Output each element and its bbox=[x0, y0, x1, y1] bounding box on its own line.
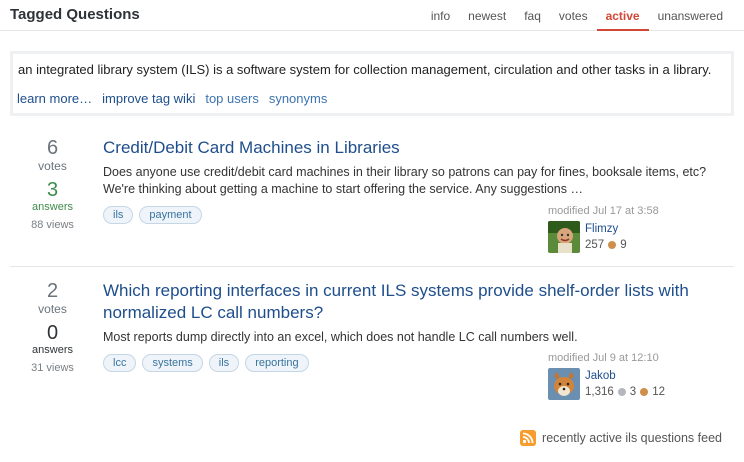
modified-label: modified bbox=[548, 352, 590, 364]
tab-newest[interactable]: newest bbox=[459, 0, 515, 31]
question-owner: modified Jul 17 at 3:58 Flimzy 257 9 bbox=[548, 205, 698, 253]
tag-lcc[interactable]: lcc bbox=[103, 354, 137, 372]
synonyms-link[interactable]: synonyms bbox=[269, 91, 328, 106]
view-count: 88 views bbox=[31, 219, 74, 231]
tag-systems[interactable]: systems bbox=[142, 354, 203, 372]
user-card: Flimzy 257 9 bbox=[548, 221, 698, 253]
bronze-badge-icon bbox=[608, 241, 617, 249]
question-stats: 2 votes 0 answers 31 views bbox=[10, 280, 95, 374]
user-stats: 257 9 bbox=[585, 237, 627, 253]
tag-wiki-links: learn more… improve tag wiki top users s… bbox=[17, 91, 327, 106]
tab-votes[interactable]: votes bbox=[550, 0, 597, 31]
view-count: 31 views bbox=[31, 362, 74, 374]
user-details: Flimzy 257 9 bbox=[585, 221, 627, 253]
tag-ils[interactable]: ils bbox=[208, 354, 240, 372]
silver-badge-icon bbox=[617, 388, 626, 396]
question-stats: 6 votes 3 answers 88 views bbox=[10, 137, 95, 231]
modified-label: modified bbox=[548, 205, 590, 217]
answer-count: 3 bbox=[46, 179, 59, 201]
tag-feed-link[interactable]: recently active ils questions feed bbox=[520, 430, 722, 446]
answer-label: answers bbox=[32, 201, 73, 213]
top-users-link[interactable]: top users bbox=[205, 91, 258, 106]
user-avatar-flimzy[interactable] bbox=[548, 221, 580, 253]
tab-info[interactable]: info bbox=[422, 0, 459, 31]
modified-time[interactable]: Jul 17 at 3:58 bbox=[593, 205, 659, 217]
question-title-link[interactable]: Which reporting interfaces in current IL… bbox=[103, 280, 723, 324]
user-details: Jakob 1,316 3 12 bbox=[585, 368, 665, 400]
question-excerpt: Most reports dump directly into an excel… bbox=[103, 330, 578, 344]
modified-info: modified Jul 17 at 3:58 bbox=[548, 205, 698, 217]
tab-active[interactable]: active bbox=[596, 0, 649, 31]
tab-unanswered[interactable]: unanswered bbox=[649, 0, 732, 31]
silver-badge-count: 3 bbox=[629, 386, 637, 398]
question-summary: 2 votes 0 answers 31 views Which reporti… bbox=[10, 268, 734, 412]
vote-count: 2 bbox=[46, 280, 59, 302]
user-reputation: 1,316 bbox=[585, 386, 614, 398]
user-name-link[interactable]: Flimzy bbox=[585, 221, 627, 237]
tag-reporting[interactable]: reporting bbox=[245, 354, 309, 372]
rss-icon bbox=[520, 430, 537, 446]
modified-info: modified Jul 9 at 12:10 bbox=[548, 352, 698, 364]
feed-link-label[interactable]: recently active ils questions feed bbox=[542, 431, 722, 445]
tag-payment[interactable]: payment bbox=[139, 206, 202, 224]
sort-tabs: info newest faq votes active unanswered bbox=[422, 0, 732, 31]
user-card: Jakob 1,316 3 12 bbox=[548, 368, 698, 400]
question-summary: 6 votes 3 answers 88 views Credit/Debit … bbox=[10, 125, 734, 267]
bronze-badge-count: 9 bbox=[620, 239, 627, 251]
user-stats: 1,316 3 12 bbox=[585, 384, 665, 400]
vote-label: votes bbox=[38, 302, 67, 316]
user-reputation: 257 bbox=[585, 239, 605, 251]
answer-label: answers bbox=[32, 344, 73, 356]
tab-faq[interactable]: faq bbox=[515, 0, 550, 31]
bronze-badge-icon bbox=[640, 388, 649, 396]
learn-more-link[interactable]: learn more… bbox=[17, 91, 92, 106]
improve-tag-wiki-link[interactable]: improve tag wiki bbox=[102, 91, 195, 106]
vote-label: votes bbox=[38, 159, 67, 173]
question-excerpt: Does anyone use credit/debit card machin… bbox=[103, 165, 707, 196]
modified-time[interactable]: Jul 9 at 12:10 bbox=[593, 352, 659, 364]
user-name-link[interactable]: Jakob bbox=[585, 368, 665, 384]
bronze-badge-count: 12 bbox=[652, 386, 665, 398]
tag-ils[interactable]: ils bbox=[103, 206, 134, 224]
vote-count: 6 bbox=[46, 137, 59, 159]
tag-wiki-box: an integrated library system (ILS) is a … bbox=[10, 51, 734, 116]
answer-count: 0 bbox=[46, 322, 59, 344]
user-avatar-jakob[interactable] bbox=[548, 368, 580, 400]
question-owner: modified Jul 9 at 12:10 Jakob 1,316 3 12 bbox=[548, 352, 698, 400]
page-header: Tagged Questions info newest faq votes a… bbox=[0, 0, 744, 31]
page-title: Tagged Questions bbox=[10, 6, 140, 23]
question-title-link[interactable]: Credit/Debit Card Machines in Libraries bbox=[103, 137, 723, 159]
tag-wiki-excerpt: an integrated library system (ILS) is a … bbox=[18, 62, 712, 77]
